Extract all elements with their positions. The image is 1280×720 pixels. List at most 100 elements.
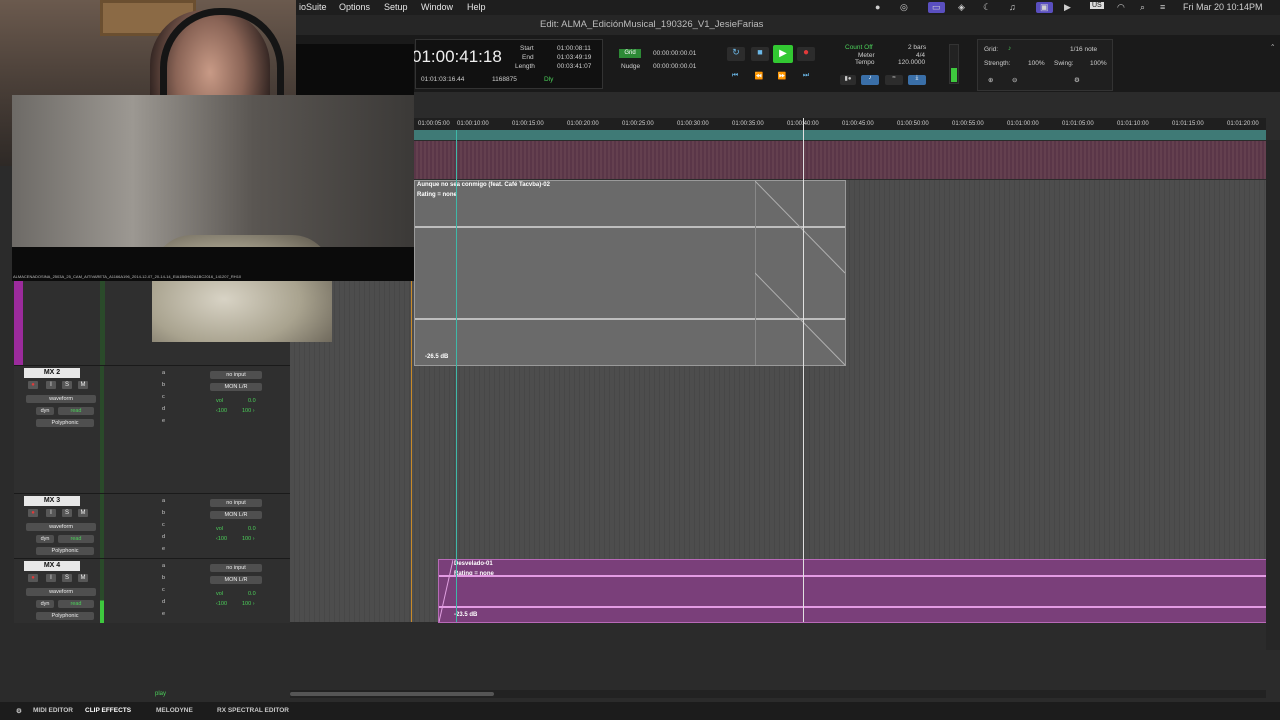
send-c[interactable]: c [162,394,165,400]
automation-mode-select[interactable]: read [58,407,94,415]
menu-options[interactable]: Options [339,2,370,12]
moon-icon[interactable]: ☾ [983,2,991,13]
swing-value[interactable]: 100% [1090,60,1107,67]
screen-capture-icon[interactable]: ▭ [928,2,945,13]
send-c[interactable]: c [162,587,165,593]
audio-clip-aunque[interactable]: Aunque no sea conmigo (feat. Café Tacvba… [414,180,846,366]
loop-button[interactable]: ↻ [727,47,745,61]
meter-value[interactable]: 4/4 [916,52,925,59]
input-monitor-button[interactable]: I [46,574,56,582]
pan-right[interactable]: 100 › [242,408,292,414]
track-view-select[interactable]: waveform [26,395,96,403]
fast-forward-icon[interactable]: ⏩ [774,72,790,82]
track-name[interactable]: MX 2 [24,368,80,378]
play-circle-icon[interactable]: ▶ [1064,2,1071,13]
tab-rx-spectral-editor[interactable]: RX SPECTRAL EDITOR [217,707,289,714]
output-select[interactable]: MON L/R [210,511,262,519]
display-icon[interactable]: ▣ [1036,2,1053,13]
elastic-audio-select[interactable]: Polyphonic [36,547,94,555]
send-a[interactable]: a [162,370,165,376]
control-center-icon[interactable]: ≡ [1160,2,1165,12]
clip-gain[interactable]: -26.5 dB [425,354,448,360]
send-a[interactable]: a [162,498,165,504]
record-enable-button[interactable]: ● [28,381,38,389]
pan-right[interactable]: 100 › [242,601,292,607]
track-name[interactable]: MX 4 [24,561,80,571]
grid-mode-button[interactable]: Grid [619,49,641,58]
gear-icon[interactable]: ⚙ [16,707,22,715]
vol-value[interactable]: 0.0 [248,591,298,597]
solo-button[interactable]: S [62,574,72,582]
record-status-icon[interactable]: ● [875,2,880,12]
length-value[interactable]: 00:03:41:07 [557,63,591,70]
tab-clip-effects[interactable]: CLIP EFFECTS [85,707,131,714]
record-enable-button[interactable]: ● [28,574,38,582]
tempo-value[interactable]: 120.0000 [898,59,925,66]
menu-clock[interactable]: Fri Mar 20 10:14PM [1183,2,1263,12]
menu-setup[interactable]: Setup [384,2,408,12]
headphones-icon[interactable]: ♫ [1009,2,1016,12]
dyn-button[interactable]: dyn [36,535,54,543]
tab-midi-editor[interactable]: MIDI EDITOR [33,707,73,714]
elastic-audio-select[interactable]: Polyphonic [36,612,94,620]
end-value[interactable]: 01:03:49:19 [557,54,591,61]
count-off-label[interactable]: Count Off [845,44,873,51]
playhead[interactable] [803,118,804,622]
send-a[interactable]: a [162,563,165,569]
vpn-icon[interactable]: ◈ [958,2,965,13]
send-b[interactable]: b [162,575,165,581]
input-source-badge[interactable]: US [1090,2,1104,9]
horizontal-scroll-thumb[interactable] [290,692,494,696]
dly-label[interactable]: Dly [544,76,553,83]
rewind-icon[interactable]: ⏪ [751,72,767,82]
send-e[interactable]: e [162,546,165,552]
input-select[interactable]: no input [210,371,262,379]
send-d[interactable]: d [162,599,165,605]
input-select[interactable]: no input [210,499,262,507]
output-select[interactable]: MON L/R [210,576,262,584]
send-d[interactable]: d [162,406,165,412]
conductor-icon[interactable]: ⤓ [908,75,926,85]
zoom-out-icon[interactable]: ⊖ [1012,76,1017,84]
expand-icon[interactable]: ⌃ [1270,43,1275,51]
send-b[interactable]: b [162,382,165,388]
send-d[interactable]: d [162,534,165,540]
fade-in-curve[interactable] [439,560,453,622]
midi-merge-icon[interactable]: ♪ [861,75,879,85]
timecode-ruler[interactable]: 01:00:05:00 01:00:10:00 01:00:15:00 01:0… [414,118,1266,130]
track-view-select[interactable]: waveform [26,588,96,596]
menu-help[interactable]: Help [467,2,486,12]
mute-button[interactable]: M [78,509,88,517]
tempo-map-icon[interactable]: ≈ [885,75,903,85]
strength-value[interactable]: 100% [1028,60,1045,67]
menu-window[interactable]: Window [421,2,453,12]
mute-button[interactable]: M [78,381,88,389]
vol-value[interactable]: 0.0 [248,526,298,532]
dyn-button[interactable]: dyn [36,407,54,415]
dyn-button[interactable]: dyn [36,600,54,608]
stop-button[interactable]: ■ [751,47,769,61]
track-name[interactable]: MX 3 [24,496,80,506]
clip-gain[interactable]: -23.5 dB [454,612,477,618]
tempo-ruler-lane[interactable] [414,141,1266,179]
automation-mode-select[interactable]: read [58,600,94,608]
go-to-end-icon[interactable]: ⏭ [798,72,814,82]
metronome-icon[interactable]: ▮● [840,75,856,85]
audio-clip-desvelado[interactable]: Desvelado-01 Rating = none -23.5 dB [438,559,1268,623]
mute-button[interactable]: M [78,574,88,582]
sync-icon[interactable]: ◎ [900,2,908,13]
wifi-icon[interactable]: ◠ [1117,2,1125,13]
send-e[interactable]: e [162,418,165,424]
fade-out-curve[interactable] [755,181,845,365]
automation-mode-select[interactable]: read [58,535,94,543]
vertical-scrollbar[interactable] [1266,140,1280,650]
rewind-to-start-icon[interactable]: ⏮ [727,72,743,82]
record-enable-button[interactable]: ● [28,509,38,517]
zoom-in-icon[interactable]: ⊕ [988,76,993,84]
input-select[interactable]: no input [210,564,262,572]
count-off-bars[interactable]: 2 bars [908,44,926,51]
send-e[interactable]: e [162,611,165,617]
send-c[interactable]: c [162,522,165,528]
settings-gear-icon[interactable]: ⚙ [1074,76,1080,84]
pan-right[interactable]: 100 › [242,536,292,542]
